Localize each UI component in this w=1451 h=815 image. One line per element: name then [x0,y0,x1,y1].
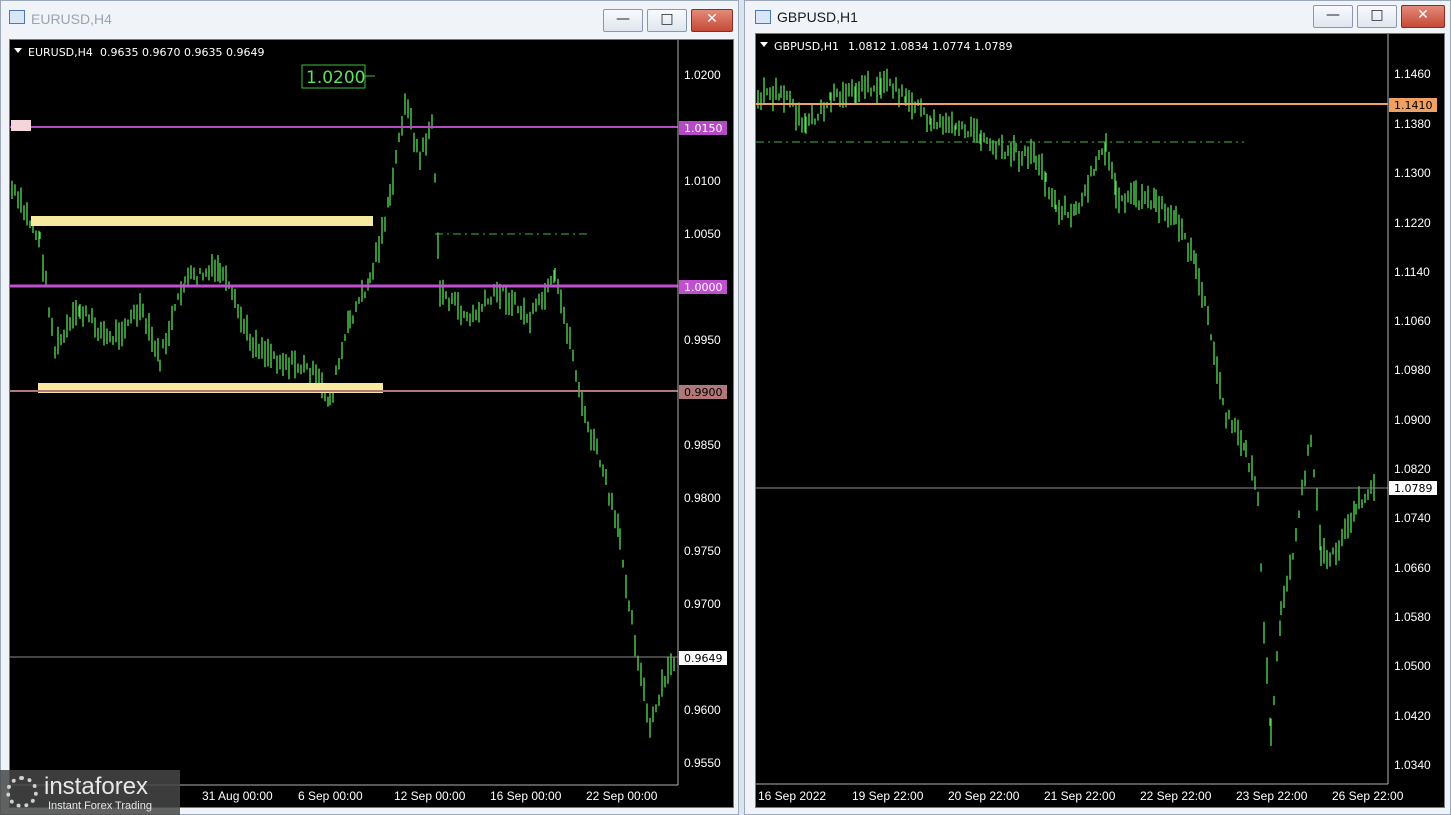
watermark-tagline: Instant Forex Trading [48,800,152,812]
current-price-label: 0.9649 [684,652,723,665]
price-tick: 1.1380 [1394,117,1431,131]
time-axis: 31 Aug 00:00 6 Sep 00:00 12 Sep 00:00 16… [202,789,658,803]
minimize-button[interactable]: — [1313,5,1353,28]
annotation-text: 1.0200 [306,68,365,88]
price-tick: 1.0500 [1394,659,1431,673]
restore-button[interactable]: □ [647,9,687,32]
time-tick: 12 Sep 00:00 [394,789,466,803]
chart-window-gbpusd[interactable]: GBPUSD,H1 — □ ✕ 1.1460 1.1380 1.1300 1.1… [744,0,1451,815]
price-tick: 1.0200 [684,68,721,82]
price-tick: 1.0900 [1394,413,1431,427]
price-tick: 1.0580 [1394,610,1431,624]
window-title: EURUSD,H4 [31,11,112,27]
restore-button[interactable]: □ [1357,5,1397,28]
time-tick: 22 Sep 22:00 [1140,789,1212,803]
price-tick: 1.0740 [1394,511,1431,525]
price-tick: 1.1460 [1394,67,1431,81]
price-tick: 0.9750 [684,544,721,558]
price-tick: 1.1140 [1394,265,1430,279]
close-button[interactable]: ✕ [691,9,733,32]
titlebar-gbpusd[interactable]: GBPUSD,H1 — □ ✕ [745,1,1450,37]
price-tick: 1.0050 [684,227,721,241]
time-tick: 26 Sep 22:00 [1332,789,1404,803]
price-axis: 1.1460 1.1380 1.1300 1.1220 1.1140 1.106… [1394,67,1431,772]
resistance-zone [31,216,373,226]
time-tick: 19 Sep 22:00 [852,789,924,803]
minimize-icon: — [616,11,630,27]
chart-area-eurusd[interactable]: 1.0200 1.0200 1.0100 1.0050 0.9950 0.985… [9,39,734,808]
price-tick: 1.0820 [1394,462,1431,476]
time-tick: 21 Sep 22:00 [1044,789,1116,803]
time-tick: 23 Sep 22:00 [1236,789,1308,803]
restore-icon: □ [660,11,674,27]
time-tick: 22 Sep 00:00 [586,789,658,803]
symbol-label: GBPUSD,H1 [774,40,839,53]
current-price-label: 1.0789 [1394,482,1433,495]
minimize-button[interactable]: — [603,9,643,32]
close-icon: ✕ [1417,7,1429,23]
price-tick: 0.9800 [684,491,721,505]
ohlc-values: 1.0812 1.0834 1.0774 1.0789 [848,40,1012,53]
price-tick: 0.9550 [684,756,721,770]
dropdown-triangle-icon[interactable] [760,42,768,47]
minimize-icon: — [1326,7,1340,23]
window-title: GBPUSD,H1 [777,9,858,25]
price-candles [757,68,1375,746]
symbol-label: EURUSD,H4 [28,46,93,59]
close-button[interactable]: ✕ [1401,5,1445,28]
chart-area-gbpusd[interactable]: 1.1460 1.1380 1.1300 1.1220 1.1140 1.106… [755,33,1445,808]
price-tick: 1.0980 [1394,363,1431,377]
titlebar-eurusd[interactable]: EURUSD,H4 — □ ✕ [1,1,738,37]
chart-window-icon [9,10,25,24]
level-label-lower: 0.9900 [684,386,723,399]
time-tick: 6 Sep 00:00 [298,789,363,803]
dropdown-triangle-icon[interactable] [14,48,22,53]
watermark-brand: instaforex [44,773,149,800]
resistance-label: 1.1410 [1394,99,1433,112]
restore-icon: □ [1370,7,1384,23]
price-tick: 0.9700 [684,597,721,611]
time-tick: 20 Sep 22:00 [948,789,1020,803]
time-tick: 31 Aug 00:00 [202,789,273,803]
eurusd-chart-canvas[interactable]: 1.0200 1.0200 1.0100 1.0050 0.9950 0.985… [10,40,734,808]
price-tick: 1.1300 [1394,166,1431,180]
chart-window-icon [755,10,771,24]
price-tick: 1.1220 [1394,216,1431,230]
price-tick: 1.1060 [1394,314,1431,328]
gbpusd-chart-canvas[interactable]: 1.1460 1.1380 1.1300 1.1220 1.1140 1.106… [756,34,1445,808]
time-axis: 16 Sep 2022 19 Sep 22:00 20 Sep 22:00 21… [758,789,1404,803]
time-tick: 16 Sep 2022 [758,789,826,803]
chart-window-eurusd[interactable]: EURUSD,H4 — □ ✕ 1.0200 1.0200 1.0100 1.0… [0,0,739,815]
level-marker [11,120,31,131]
price-tick: 1.0340 [1394,758,1431,772]
price-tick: 0.9850 [684,438,721,452]
price-candles [11,93,675,738]
price-tick: 1.0100 [684,174,721,188]
price-tick: 1.0660 [1394,561,1431,575]
instaforex-logo-icon [6,776,38,808]
ohlc-values: 0.9635 0.9670 0.9635 0.9649 [100,46,264,59]
close-icon: ✕ [706,11,718,27]
price-tick: 0.9950 [684,333,721,347]
level-label-upper: 1.0150 [684,122,723,135]
price-tick: 1.0420 [1394,709,1431,723]
time-tick: 16 Sep 00:00 [490,789,562,803]
level-label-mid: 1.0000 [684,281,723,294]
price-tick: 0.9600 [684,703,721,717]
instaforex-watermark: instaforex Instant Forex Trading [0,770,180,815]
